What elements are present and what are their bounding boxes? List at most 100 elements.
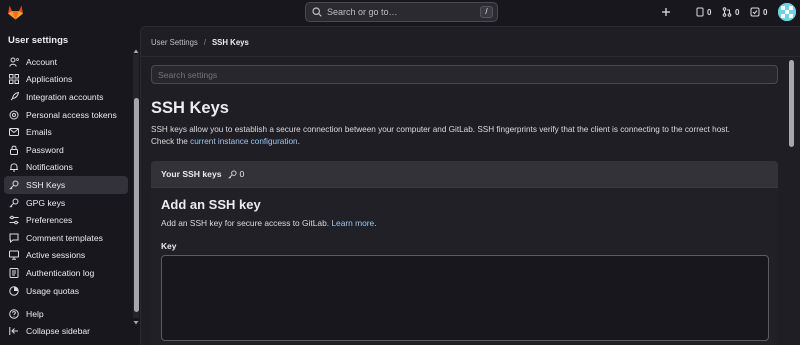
search-settings-input[interactable] — [151, 65, 778, 84]
card-body: Add an SSH key Add an SSH key for secure… — [151, 188, 778, 345]
global-search-button[interactable]: Search or go to… / — [305, 2, 498, 22]
sidebar-item-usage-quotas[interactable]: Usage quotas — [4, 282, 128, 300]
plus-icon — [662, 8, 670, 16]
merge-requests-count: 0 — [735, 7, 740, 17]
issues-count: 0 — [707, 7, 712, 17]
sidebar-item-label: Authentication log — [26, 267, 95, 278]
breadcrumb-user-settings[interactable]: User Settings — [151, 38, 198, 47]
sidebar-item-label: Notifications — [26, 162, 73, 173]
sidebar-item-personal-access-tokens[interactable]: Personal access tokens — [4, 106, 128, 124]
sidebar-item-comment-templates[interactable]: Comment templates — [4, 229, 128, 247]
add-key-title: Add an SSH key — [161, 197, 261, 212]
sidebar-item-label: Active sessions — [26, 250, 86, 261]
help-label: Help — [26, 308, 44, 319]
question-icon — [9, 308, 19, 319]
sidebar-item-label: Comment templates — [26, 232, 103, 243]
avatar-pattern-icon — [778, 3, 796, 21]
breadcrumb-divider — [141, 56, 800, 57]
search-placeholder: Search or go to… — [327, 7, 398, 17]
page-title: SSH Keys — [151, 99, 229, 117]
page-description: SSH keys allow you to establish a secure… — [151, 124, 781, 148]
sidebar-scroll-thumb[interactable] — [134, 98, 139, 312]
monitor-icon — [9, 250, 19, 261]
collapse-left-icon — [9, 327, 18, 336]
key-icon — [9, 180, 19, 190]
breadcrumb-current: SSH Keys — [211, 38, 249, 47]
issues-icon — [696, 7, 704, 17]
description-text: SSH keys allow you to establish a secure… — [151, 125, 730, 134]
sidebar-scrollbar[interactable] — [133, 48, 139, 326]
issues-counter[interactable]: 0 — [696, 4, 711, 20]
sidebar-nav: Account Applications Integration account… — [4, 53, 128, 299]
card-header: Your SSH keys 0 — [151, 161, 778, 188]
key-count: 0 — [239, 169, 245, 179]
sidebar-item-active-sessions[interactable]: Active sessions — [4, 247, 128, 265]
sidebar-item-account[interactable]: Account — [4, 53, 128, 71]
scroll-down-arrow-icon[interactable] — [133, 320, 139, 326]
sidebar-item-gpg-keys[interactable]: GPG keys — [4, 194, 128, 212]
sidebar-item-preferences[interactable]: Preferences — [4, 211, 128, 229]
instance-configuration-link[interactable]: current instance configuration — [190, 137, 297, 146]
todos-count: 0 — [763, 7, 768, 17]
create-new-button[interactable] — [661, 4, 671, 20]
learn-more-link[interactable]: Learn more — [331, 218, 374, 228]
preferences-icon — [9, 215, 19, 225]
ssh-keys-card: Your SSH keys 0 Add an SSH key Add an SS… — [151, 161, 778, 345]
sidebar-title: User settings — [8, 35, 69, 46]
breadcrumb: User Settings / SSH Keys — [151, 38, 249, 47]
key-count-badge: 0 — [227, 169, 245, 179]
sidebar-item-password[interactable]: Password — [4, 141, 128, 159]
check-text: Check the — [151, 137, 188, 146]
key-textarea[interactable] — [161, 255, 769, 341]
quota-icon — [9, 285, 19, 296]
collapse-sidebar-button[interactable]: Collapse sidebar — [4, 323, 128, 341]
todo-icon — [750, 7, 760, 17]
todos-counter[interactable]: 0 — [750, 4, 767, 20]
sidebar-item-label: GPG keys — [26, 197, 66, 208]
sidebar-item-label: Personal access tokens — [26, 109, 117, 120]
main-panel: User Settings / SSH Keys SSH Keys SSH keys… — [140, 26, 800, 345]
sidebar-item-notifications[interactable]: Notifications — [4, 159, 128, 177]
search-shortcut-key: / — [480, 6, 493, 18]
key-icon — [9, 198, 19, 208]
user-avatar[interactable] — [778, 3, 796, 21]
lock-icon — [10, 145, 18, 155]
sidebar-item-emails[interactable]: Emails — [4, 123, 128, 141]
card-title: Your SSH keys — [161, 169, 222, 179]
sidebar-item-ssh-keys[interactable]: SSH Keys — [4, 176, 128, 194]
sidebar-item-label: Account — [26, 56, 58, 67]
sidebar-footer: Help Collapse sidebar — [4, 305, 128, 340]
main-scrollbar[interactable] — [789, 60, 794, 342]
sidebar-item-label: Emails — [26, 127, 52, 138]
main-scroll-thumb[interactable] — [789, 60, 794, 147]
breadcrumb-separator: / — [203, 38, 206, 47]
sidebar-item-authentication-log[interactable]: Authentication log — [4, 264, 128, 282]
bell-icon — [10, 163, 18, 172]
comment-icon — [9, 233, 19, 243]
applications-icon — [9, 74, 19, 85]
add-key-description: Add an SSH key for secure access to GitL… — [161, 218, 377, 228]
rocket-icon — [10, 91, 19, 101]
sidebar-item-label: Applications — [26, 74, 73, 85]
check-end: . — [297, 137, 300, 146]
add-key-description-text: Add an SSH key for secure access to GitL… — [161, 218, 330, 228]
learn-more-end: . — [374, 218, 377, 228]
sidebar-item-applications[interactable]: Applications — [4, 71, 128, 89]
help-button[interactable]: Help — [4, 305, 128, 323]
sidebar-item-integration-accounts[interactable]: Integration accounts — [4, 88, 128, 106]
account-icon — [9, 57, 19, 67]
merge-request-icon — [722, 7, 732, 17]
collapse-sidebar-label: Collapse sidebar — [26, 326, 91, 337]
gitlab-logo-icon[interactable] — [7, 4, 24, 20]
sidebar-item-label: Preferences — [26, 215, 73, 226]
sidebar-item-label: Usage quotas — [26, 285, 80, 296]
key-field-label: Key — [161, 241, 177, 251]
mail-icon — [9, 128, 19, 137]
top-bar: Search or go to… / 0 0 0 — [0, 0, 800, 26]
merge-requests-counter[interactable]: 0 — [722, 4, 739, 20]
sidebar-item-label: Password — [26, 144, 64, 155]
log-icon — [9, 267, 19, 278]
search-icon — [312, 7, 322, 17]
key-icon — [227, 169, 237, 179]
token-icon — [9, 110, 19, 120]
